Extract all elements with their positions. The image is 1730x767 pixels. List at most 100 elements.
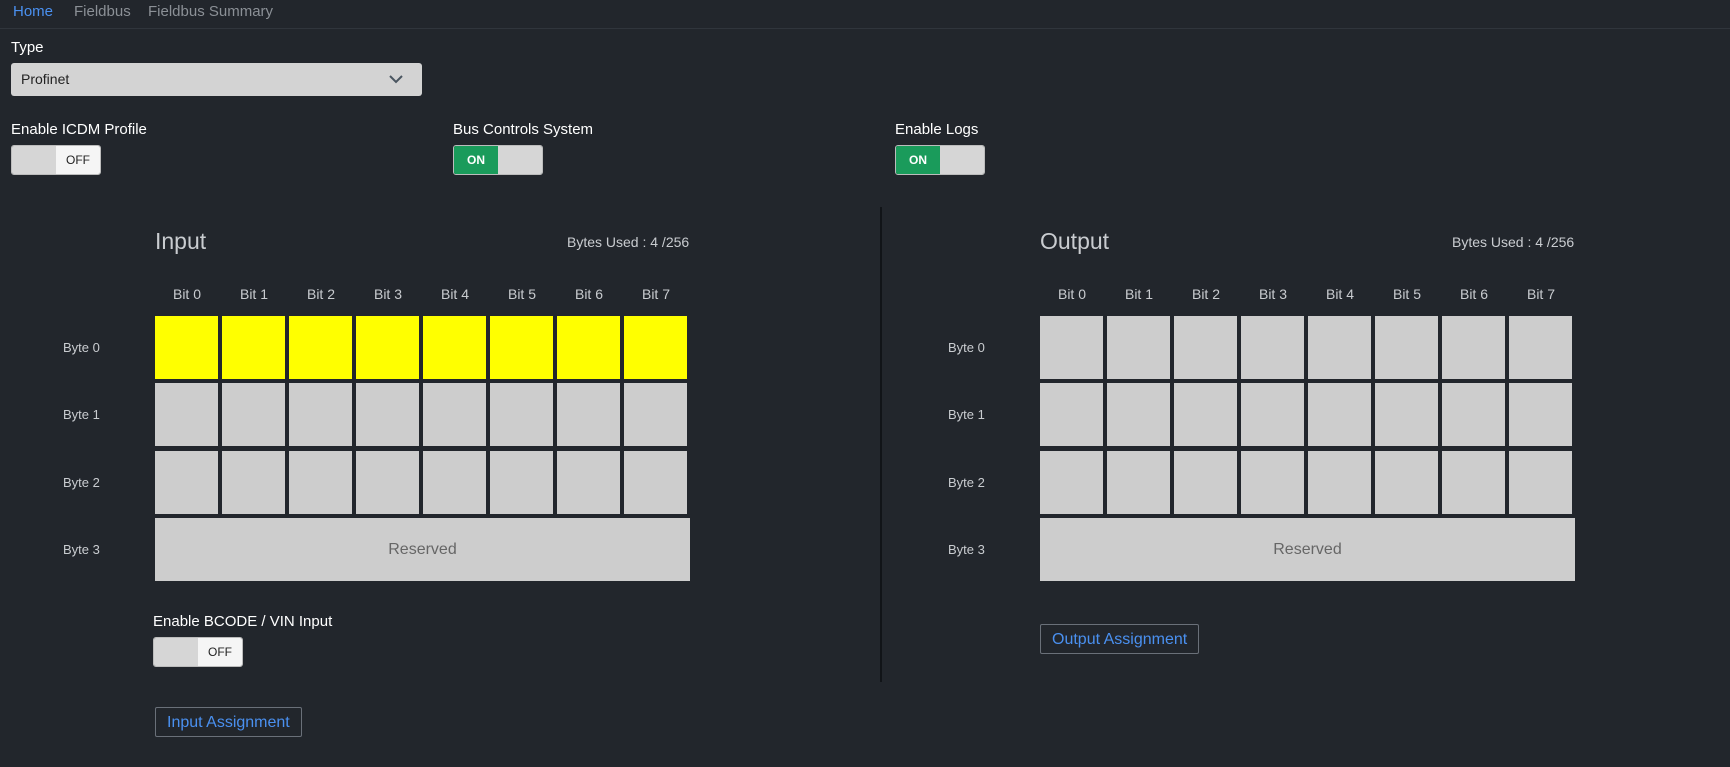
output-bit-cell[interactable] [1174, 451, 1237, 514]
output-bit-cell[interactable] [1107, 383, 1170, 446]
input-bit-cell[interactable] [356, 316, 419, 379]
output-byte-label: Byte 0 [948, 340, 985, 355]
output-bit-cell[interactable] [1308, 451, 1371, 514]
nav-home[interactable]: Home [13, 3, 53, 20]
output-bit-header: Bit 1 [1124, 286, 1153, 302]
output-bit-header: Bit 0 [1057, 286, 1086, 302]
output-byte-label: Byte 3 [948, 542, 985, 557]
output-bit-cell[interactable] [1308, 316, 1371, 379]
nav-fieldbus[interactable]: Fieldbus [74, 3, 131, 20]
input-bit-header: Bit 6 [574, 286, 603, 302]
output-bit-cell[interactable] [1040, 316, 1103, 379]
input-bit-cell[interactable] [222, 451, 285, 514]
bcode-toggle[interactable]: OFF [153, 637, 243, 667]
output-bit-cell[interactable] [1241, 383, 1304, 446]
output-bit-header: Bit 3 [1258, 286, 1287, 302]
chevron-down-icon [389, 75, 403, 84]
type-select[interactable]: Profinet [11, 63, 422, 96]
input-bit-cell[interactable] [557, 316, 620, 379]
logs-label: Enable Logs [895, 121, 979, 138]
output-bit-cell[interactable] [1509, 316, 1572, 379]
input-byte-label: Byte 3 [63, 542, 100, 557]
input-bit-header: Bit 1 [239, 286, 268, 302]
input-bit-cell[interactable] [624, 316, 687, 379]
output-byte-label: Byte 1 [948, 407, 985, 422]
bcode-toggle-state: OFF [198, 638, 242, 666]
input-bit-cell[interactable] [423, 451, 486, 514]
input-bit-cell[interactable] [356, 451, 419, 514]
input-byte-label: Byte 0 [63, 340, 100, 355]
bus-controls-toggle-state: ON [454, 146, 498, 174]
output-bit-header: Bit 6 [1459, 286, 1488, 302]
input-bit-cell[interactable] [289, 316, 352, 379]
output-bit-cell[interactable] [1509, 383, 1572, 446]
bcode-label: Enable BCODE / VIN Input [153, 613, 333, 630]
input-bit-cell[interactable] [289, 451, 352, 514]
output-title: Output [1040, 228, 1110, 254]
input-bit-cell[interactable] [624, 451, 687, 514]
toggle-handle [12, 146, 56, 174]
input-bit-cell[interactable] [423, 383, 486, 446]
output-bit-cell[interactable] [1174, 383, 1237, 446]
toggle-handle [154, 638, 198, 666]
nav-fieldbus-summary[interactable]: Fieldbus Summary [148, 3, 273, 20]
input-byte-label: Byte 2 [63, 475, 100, 490]
logs-toggle-state: ON [896, 146, 940, 174]
output-bit-cell[interactable] [1107, 316, 1170, 379]
input-bit-cell[interactable] [490, 451, 553, 514]
output-bit-cell[interactable] [1241, 451, 1304, 514]
input-bit-cell[interactable] [289, 383, 352, 446]
icdm-toggle-state: OFF [56, 146, 100, 174]
output-bit-cell[interactable] [1375, 451, 1438, 514]
input-bit-cell[interactable] [624, 383, 687, 446]
output-bytes-used: Bytes Used : 4 /256 [1452, 234, 1575, 250]
bus-controls-toggle[interactable]: ON [453, 145, 543, 175]
icdm-toggle[interactable]: OFF [11, 145, 101, 175]
output-bit-cell[interactable] [1040, 451, 1103, 514]
logs-toggle[interactable]: ON [895, 145, 985, 175]
output-bit-cell[interactable] [1509, 451, 1572, 514]
input-bytes-used: Bytes Used : 4 /256 [567, 234, 690, 250]
output-bit-cell[interactable] [1040, 383, 1103, 446]
panel-divider [880, 207, 882, 682]
input-bit-cell[interactable] [155, 383, 218, 446]
input-bit-cell[interactable] [423, 316, 486, 379]
output-bit-header: Bit 4 [1325, 286, 1354, 302]
input-title: Input [155, 228, 207, 254]
input-bit-cell[interactable] [155, 316, 218, 379]
output-byte-label: Byte 2 [948, 475, 985, 490]
output-reserved-byte: Reserved [1040, 518, 1575, 581]
input-bit-cell[interactable] [155, 451, 218, 514]
input-reserved-byte: Reserved [155, 518, 690, 581]
output-bit-cell[interactable] [1442, 383, 1505, 446]
input-bit-header: Bit 0 [172, 286, 201, 302]
input-bit-cell[interactable] [557, 383, 620, 446]
input-bit-header: Bit 2 [306, 286, 335, 302]
input-bit-cell[interactable] [490, 383, 553, 446]
output-bit-header: Bit 5 [1392, 286, 1421, 302]
output-bit-cell[interactable] [1107, 451, 1170, 514]
output-bit-cell[interactable] [1174, 316, 1237, 379]
input-bit-cell[interactable] [222, 383, 285, 446]
input-bit-cell[interactable] [557, 451, 620, 514]
breadcrumb: Home Fieldbus Fieldbus Summary [0, 0, 1730, 29]
input-byte-label: Byte 1 [63, 407, 100, 422]
input-bit-cell[interactable] [356, 383, 419, 446]
output-bit-cell[interactable] [1375, 383, 1438, 446]
input-bit-cell[interactable] [490, 316, 553, 379]
output-bit-cell[interactable] [1308, 383, 1371, 446]
toggle-handle [940, 146, 984, 174]
type-label: Type [11, 39, 44, 56]
input-bit-header: Bit 4 [440, 286, 469, 302]
input-bit-cell[interactable] [222, 316, 285, 379]
output-assignment-button[interactable]: Output Assignment [1040, 624, 1200, 654]
output-bit-cell[interactable] [1241, 316, 1304, 379]
output-bit-cell[interactable] [1375, 316, 1438, 379]
bus-controls-label: Bus Controls System [453, 121, 594, 138]
type-select-value: Profinet [21, 71, 70, 87]
input-assignment-button[interactable]: Input Assignment [155, 707, 302, 737]
input-bit-header: Bit 7 [641, 286, 670, 302]
output-bit-header: Bit 7 [1526, 286, 1555, 302]
output-bit-cell[interactable] [1442, 316, 1505, 379]
output-bit-cell[interactable] [1442, 451, 1505, 514]
